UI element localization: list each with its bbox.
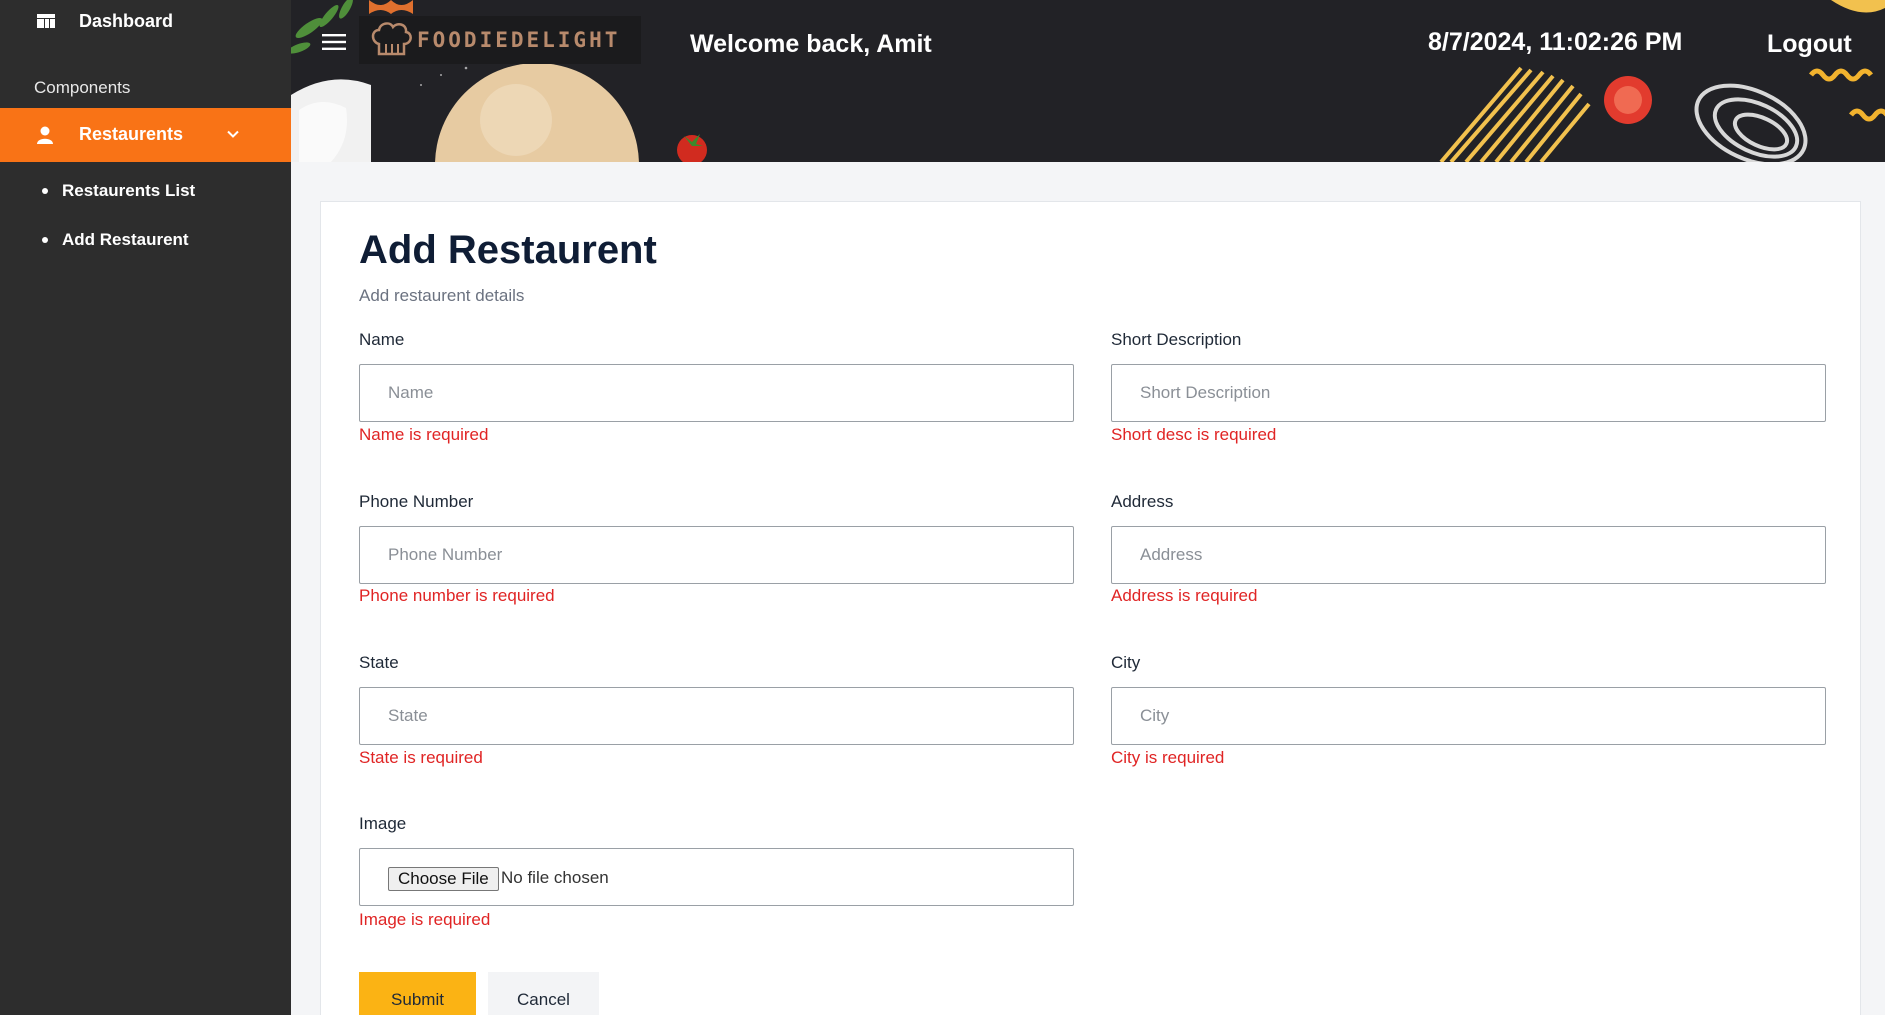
sidebar-item-dashboard[interactable]: Dashboard [0,0,291,44]
short-description-input[interactable] [1111,364,1826,422]
datetime-display: 8/7/2024, 11:02:26 PM [1428,28,1683,56]
city-error: City is required [1111,748,1225,767]
state-label: State [359,653,399,672]
phone-number-input[interactable] [359,526,1074,584]
state-error: State is required [359,748,483,767]
hamburger-menu-icon[interactable] [322,33,346,51]
chevron-down-icon[interactable] [226,127,240,141]
name-label: Name [359,330,405,349]
bullet [42,237,48,243]
sidebar-item-label: Restaurents [79,124,184,144]
sidebar-item-label: Dashboard [79,11,174,31]
welcome-message: Welcome back, Amit [690,30,932,58]
submit-button[interactable]: Submit [359,972,476,1015]
phone-number-error: Phone number is required [359,586,555,605]
cancel-button[interactable]: Cancel [488,972,599,1015]
city-label: City [1111,653,1141,672]
chef-hat-icon [371,22,412,56]
image-error: Image is required [359,910,491,929]
sidebar-item-restaurents-list[interactable]: Restaurents List [42,181,195,201]
header: FOODIEDELIGHT Welcome back, Amit 8/7/202… [291,0,1885,162]
brand-name: FOODIEDELIGHT [417,28,621,52]
page-title: Add Restaurent [359,228,657,272]
brand-logo[interactable]: FOODIEDELIGHT [359,16,641,64]
dashboard-icon [37,14,55,28]
file-status: No file chosen [501,868,609,887]
sidebar-section-components: Components [34,78,131,97]
name-input[interactable] [359,364,1074,422]
sidebar: Dashboard Components Restaurents Restaur… [0,0,291,1015]
sidebar-item-label: Add Restaurent [62,230,189,249]
sidebar-item-label: Restaurents List [62,181,196,200]
logout-button[interactable]: Logout [1767,30,1852,59]
address-error: Address is required [1111,586,1258,605]
choose-file-button[interactable]: Choose File [388,867,499,891]
bullet [42,188,48,194]
phone-number-label: Phone Number [359,492,474,511]
user-icon [37,126,53,144]
sidebar-item-restaurents[interactable]: Restaurents [0,108,291,162]
name-error: Name is required [359,425,489,444]
image-file-input[interactable]: Choose File No file chosen [359,848,1074,906]
add-restaurent-card: Add Restaurent Add restaurent details Na… [320,201,1861,1015]
page-subtitle: Add restaurent details [359,286,525,305]
address-label: Address [1111,492,1174,511]
short-description-error: Short desc is required [1111,425,1277,444]
sidebar-item-add-restaurent[interactable]: Add Restaurent [42,230,189,250]
city-input[interactable] [1111,687,1826,745]
image-label: Image [359,814,407,833]
short-description-label: Short Description [1111,330,1242,349]
state-input[interactable] [359,687,1074,745]
address-input[interactable] [1111,526,1826,584]
